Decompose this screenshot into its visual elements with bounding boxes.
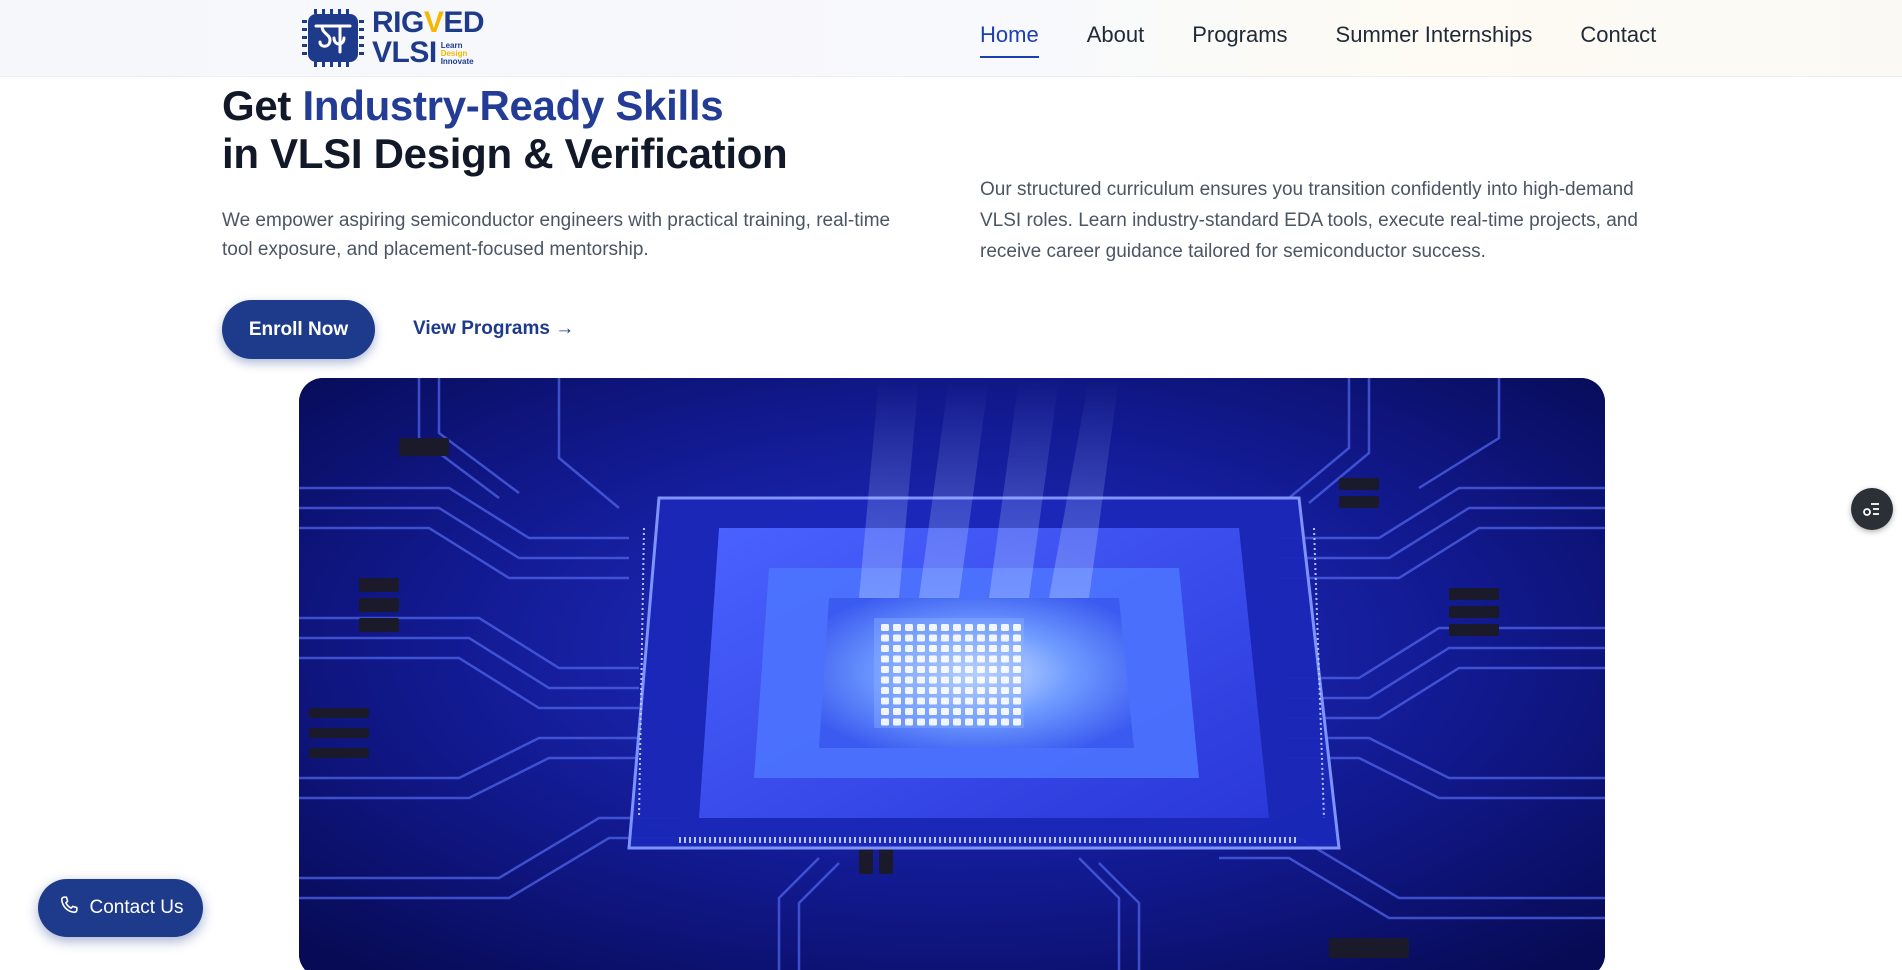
hero-description: Our structured curriculum ensures you tr… — [980, 179, 1638, 262]
brand-name-v: V — [423, 6, 444, 39]
phone-icon — [58, 894, 90, 922]
enroll-now-button[interactable]: Enroll Now — [222, 300, 375, 359]
hero-title-line2: in VLSI Design & Verification — [222, 130, 788, 177]
main-nav: Home About Programs Summer Internships C… — [980, 22, 1656, 58]
nav-summer-internships[interactable]: Summer Internships — [1336, 22, 1533, 58]
contact-us-label: Contact Us — [89, 897, 184, 918]
hero-title-prefix: Get — [222, 82, 303, 129]
nav-programs[interactable]: Programs — [1192, 22, 1287, 58]
brand-wordmark: RIGVED VLSI Learn Design Innovate — [372, 6, 485, 69]
brand-name-ed: ED — [443, 6, 485, 39]
view-programs-link[interactable]: View Programs → — [413, 318, 574, 340]
nav-about[interactable]: About — [1087, 22, 1145, 58]
brand-logo[interactable]: RIGVED VLSI Learn Design Innovate — [296, 6, 485, 69]
brand-name-vlsi: VLSI — [372, 36, 437, 69]
chip-logo-icon — [296, 8, 368, 68]
hero-subtitle: We empower aspiring semiconductor engine… — [222, 210, 891, 260]
hero-title-highlight: Industry-Ready Skills — [302, 82, 724, 129]
nav-home[interactable]: Home — [980, 22, 1039, 58]
brand-tagline: Learn Design Innovate — [441, 42, 474, 66]
brand-name-rig: RIG — [372, 6, 424, 39]
nav-contact[interactable]: Contact — [1580, 22, 1656, 58]
site-header: RIGVED VLSI Learn Design Innovate Home A… — [0, 0, 1902, 77]
page: RIGVED VLSI Learn Design Innovate Home A… — [0, 0, 1902, 970]
contact-us-button[interactable]: Contact Us — [38, 879, 203, 937]
brand-name-top: RIGVED — [372, 6, 485, 39]
tagline-innovate: Innovate — [440, 57, 474, 66]
hero-chip-image — [299, 378, 1605, 970]
list-settings-icon[interactable] — [1851, 488, 1893, 530]
hero-title: Get Industry-Ready Skills in VLSI Design… — [222, 82, 788, 178]
